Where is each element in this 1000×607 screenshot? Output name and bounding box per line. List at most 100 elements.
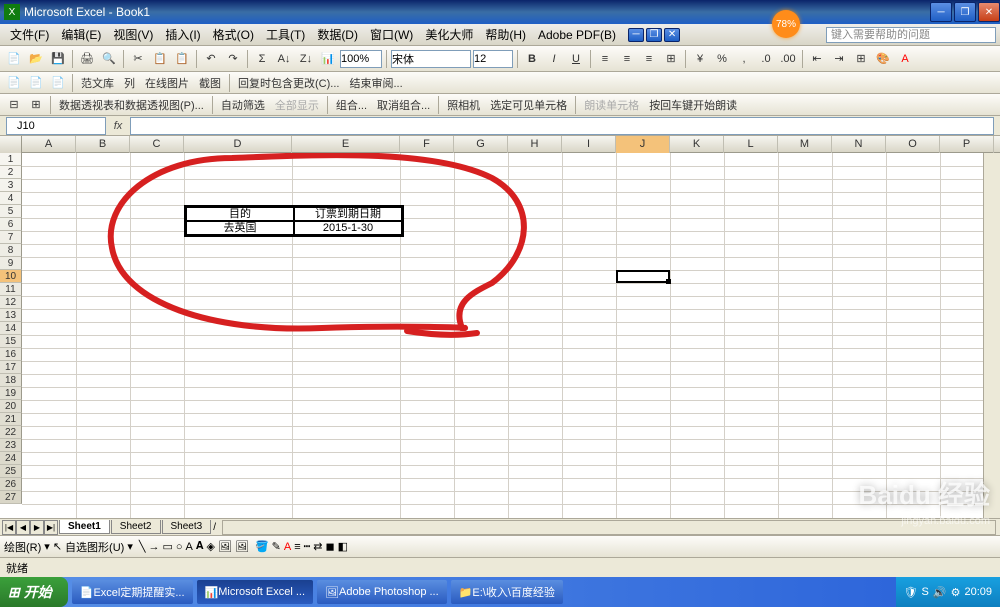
arrow-style-button[interactable]: ⇄ — [313, 540, 322, 553]
increase-decimal-button[interactable]: .00 — [778, 49, 798, 69]
preview-button[interactable]: 🔍 — [99, 49, 119, 69]
diagram-button[interactable]: ◈ — [207, 540, 215, 553]
arrow-button[interactable]: → — [148, 541, 159, 553]
clipart-button[interactable]: 🖼 — [218, 540, 232, 553]
doc-close-button[interactable]: ✕ — [664, 28, 680, 42]
col-header-E[interactable]: E — [292, 136, 400, 153]
system-tray[interactable]: 🛡 S 🔊 ⚙ 20:09 — [896, 577, 1000, 607]
rectangle-button[interactable]: ▭ — [162, 540, 172, 553]
column-button[interactable]: 列 — [120, 75, 139, 91]
end-review-button[interactable]: 结束审阅... — [345, 75, 406, 91]
ungroup-cmd-button[interactable]: 取消组合... — [373, 97, 434, 113]
fill-color-draw-button[interactable]: 🪣 — [255, 540, 269, 553]
row-header-3[interactable]: 3 — [0, 179, 22, 192]
menu-file[interactable]: 文件(F) — [4, 24, 55, 45]
col-header-I[interactable]: I — [562, 136, 616, 153]
row-header-2[interactable]: 2 — [0, 166, 22, 179]
redo-button[interactable]: ↷ — [223, 49, 243, 69]
menu-data[interactable]: 数据(D) — [311, 24, 364, 45]
camera-button[interactable]: 照相机 — [443, 97, 484, 113]
align-right-button[interactable]: ≡ — [639, 49, 659, 69]
print-button[interactable]: 🖨 — [77, 49, 97, 69]
fx-icon[interactable]: fx — [110, 120, 126, 132]
horizontal-scrollbar[interactable] — [222, 520, 996, 535]
row-header-4[interactable]: 4 — [0, 192, 22, 205]
currency-button[interactable]: ¥ — [690, 49, 710, 69]
col-header-L[interactable]: L — [724, 136, 778, 153]
cell-date[interactable]: 2015-1-30 — [294, 221, 402, 235]
bold-button[interactable]: B — [522, 49, 542, 69]
tab-nav-last[interactable]: ▶| — [44, 520, 58, 535]
3d-button[interactable]: ◧ — [338, 540, 348, 553]
font-color-draw-button[interactable]: A — [284, 541, 291, 553]
autoshapes-menu[interactable]: 自选图形(U) — [65, 539, 124, 555]
row-header-13[interactable]: 13 — [0, 309, 22, 322]
comma-button[interactable]: , — [734, 49, 754, 69]
textbox-button[interactable]: A — [186, 541, 193, 553]
formula-bar[interactable] — [130, 117, 994, 135]
cells[interactable]: 目的 订票到期日期 去英国 2015-1-30 — [22, 153, 983, 518]
wordart-button[interactable]: 𝐀 — [196, 540, 204, 553]
shadow-button[interactable]: ◼ — [325, 540, 334, 553]
col-header-M[interactable]: M — [778, 136, 832, 153]
pdf-button-3[interactable]: 📄 — [48, 73, 68, 93]
col-header-K[interactable]: K — [670, 136, 724, 153]
underline-button[interactable]: U — [566, 49, 586, 69]
minimize-button[interactable]: ─ — [930, 2, 952, 22]
header-date[interactable]: 订票到期日期 — [294, 207, 402, 221]
doc-minimize-button[interactable]: ─ — [628, 28, 644, 42]
help-search-input[interactable]: 键入需要帮助的问题 — [826, 27, 996, 43]
menu-view[interactable]: 视图(V) — [107, 24, 159, 45]
row-header-11[interactable]: 11 — [0, 283, 22, 296]
undo-button[interactable]: ↶ — [201, 49, 221, 69]
sheet-tab-1[interactable]: Sheet1 — [59, 520, 110, 534]
menu-beautify[interactable]: 美化大师 — [419, 24, 479, 45]
row-header-12[interactable]: 12 — [0, 296, 22, 309]
paste-button[interactable]: 📋 — [172, 49, 192, 69]
name-box[interactable]: J10 — [6, 117, 106, 135]
pdf-button-2[interactable]: 📄 — [26, 73, 46, 93]
col-header-O[interactable]: O — [886, 136, 940, 153]
borders-button[interactable]: ⊞ — [851, 49, 871, 69]
tray-icon[interactable]: 🛡 — [904, 586, 918, 599]
percent-button[interactable]: % — [712, 49, 732, 69]
cut-button[interactable]: ✂ — [128, 49, 148, 69]
tab-nav-prev[interactable]: ◀ — [16, 520, 30, 535]
row-header-7[interactable]: 7 — [0, 231, 22, 244]
menu-edit[interactable]: 编辑(E) — [55, 24, 107, 45]
zoom-input[interactable] — [340, 50, 382, 68]
copy-button[interactable]: 📋 — [150, 49, 170, 69]
row-header-16[interactable]: 16 — [0, 348, 22, 361]
align-center-button[interactable]: ≡ — [617, 49, 637, 69]
online-pic-button[interactable]: 在线图片 — [141, 75, 193, 91]
line-style-button[interactable]: ≡ — [294, 541, 300, 553]
tray-icon[interactable]: S — [922, 586, 929, 598]
read-enter-button[interactable]: 按回车键开始朗读 — [645, 97, 741, 113]
row-header-6[interactable]: 6 — [0, 218, 22, 231]
cell-purpose[interactable]: 去英国 — [186, 221, 294, 235]
row-header-24[interactable]: 24 — [0, 452, 22, 465]
line-color-button[interactable]: ✎ — [272, 540, 281, 553]
reply-changes-button[interactable]: 回复时包含更改(C)... — [234, 75, 343, 91]
draw-menu[interactable]: 绘图(R) — [4, 539, 41, 555]
select-all-corner[interactable] — [0, 136, 22, 153]
col-header-P[interactable]: P — [940, 136, 994, 153]
row-header-9[interactable]: 9 — [0, 257, 22, 270]
col-header-J[interactable]: J — [616, 136, 670, 153]
close-button[interactable]: ✕ — [978, 2, 1000, 22]
select-objects-button[interactable]: ↖ — [53, 540, 62, 553]
row-header-5[interactable]: 5 — [0, 205, 22, 218]
italic-button[interactable]: I — [544, 49, 564, 69]
menu-help[interactable]: 帮助(H) — [479, 24, 532, 45]
row-header-20[interactable]: 20 — [0, 400, 22, 413]
row-header-1[interactable]: 1 — [0, 153, 22, 166]
row-header-8[interactable]: 8 — [0, 244, 22, 257]
col-header-G[interactable]: G — [454, 136, 508, 153]
fontsize-input[interactable] — [473, 50, 513, 68]
row-header-23[interactable]: 23 — [0, 439, 22, 452]
col-header-F[interactable]: F — [400, 136, 454, 153]
task-excel[interactable]: 📊 Microsoft Excel ... — [197, 580, 314, 604]
pivot-button[interactable]: 数据透视表和数据透视图(P)... — [55, 97, 208, 113]
menu-format[interactable]: 格式(O) — [207, 24, 260, 45]
col-header-N[interactable]: N — [832, 136, 886, 153]
